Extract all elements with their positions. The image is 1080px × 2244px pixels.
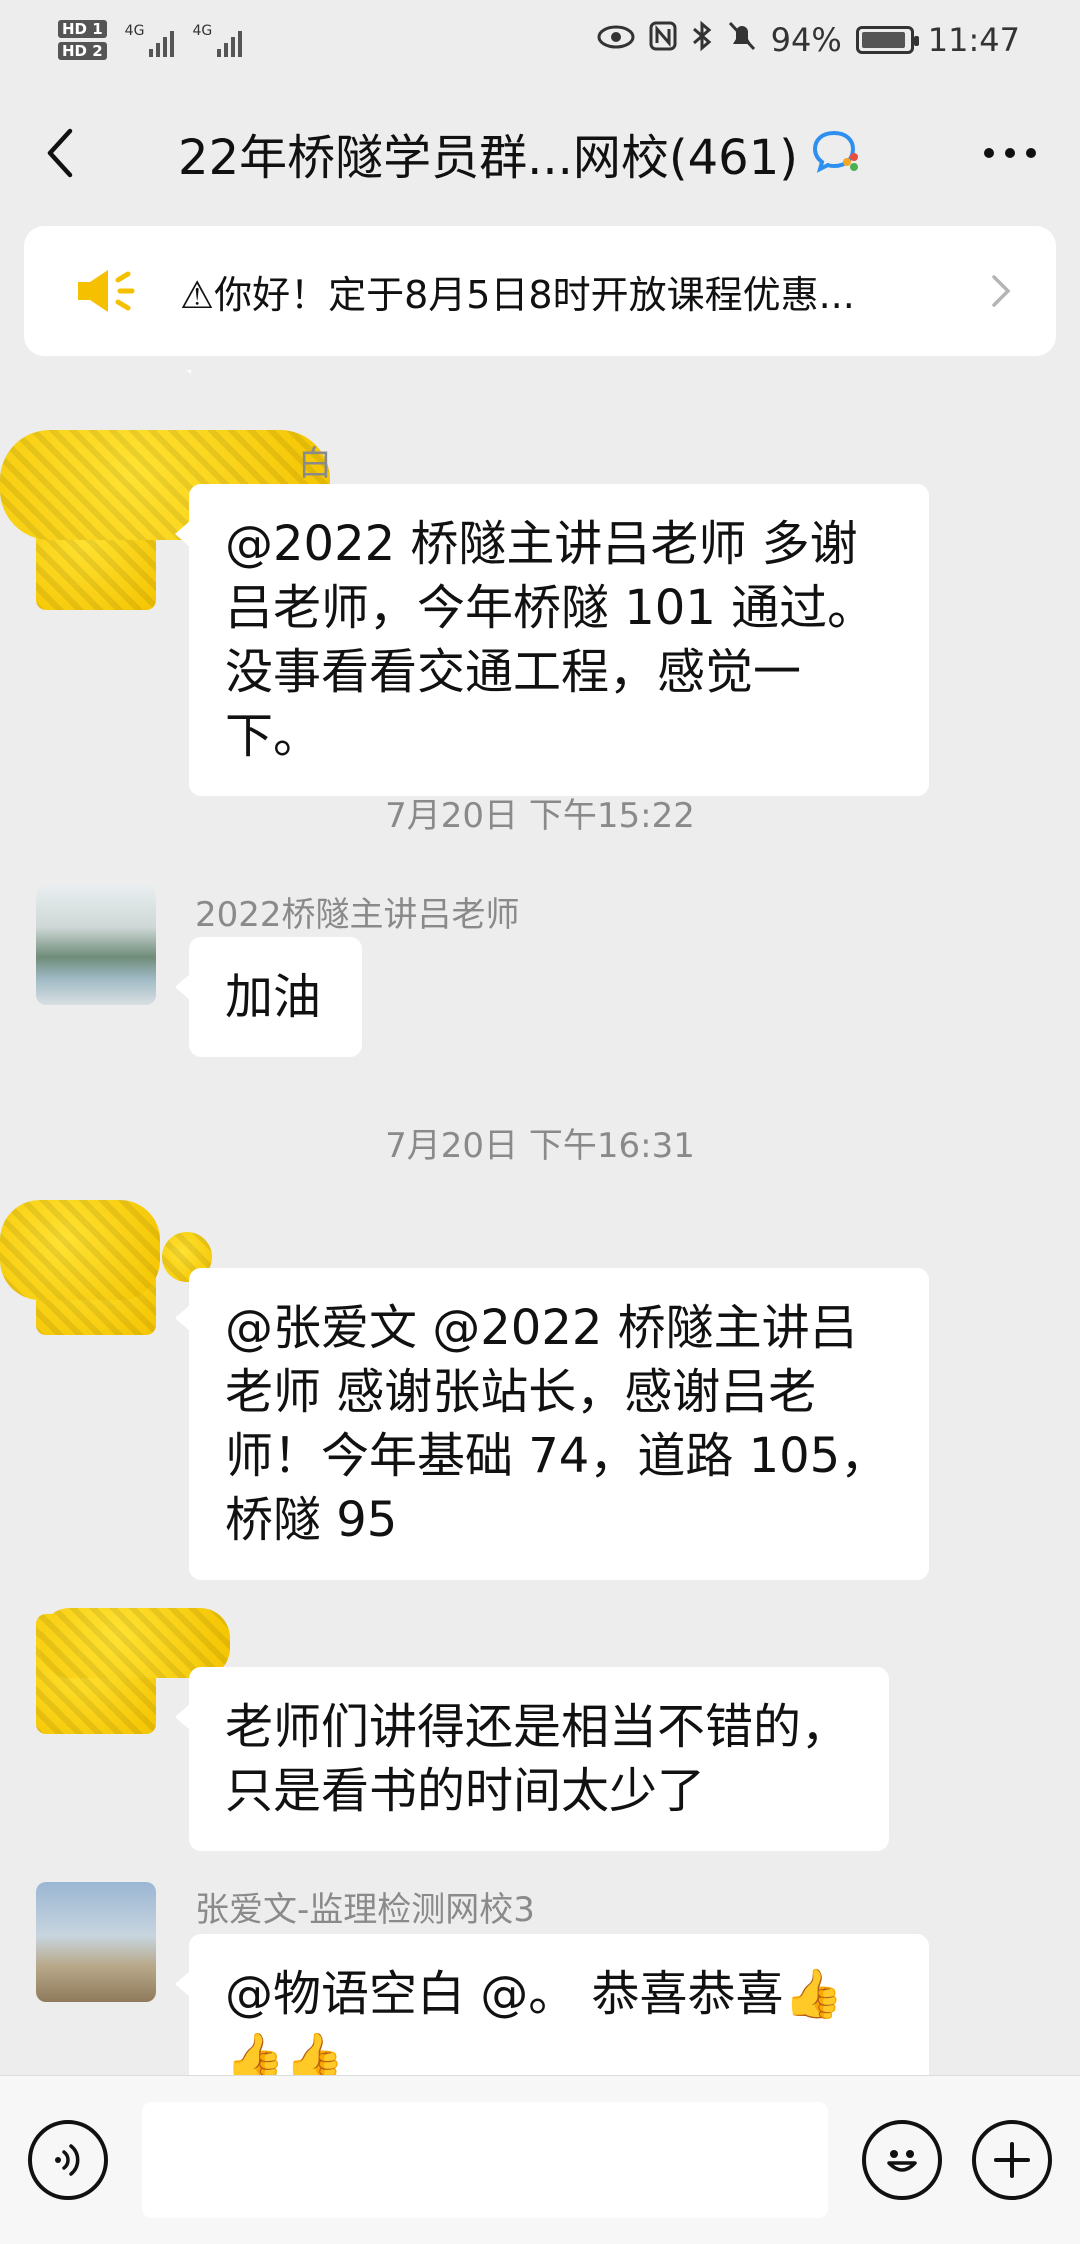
more-functions-button[interactable] xyxy=(972,2120,1052,2200)
chevron-right-icon xyxy=(992,275,1011,307)
sender-name: 白 xyxy=(298,444,332,484)
nfc-icon xyxy=(649,21,677,59)
avatar[interactable] xyxy=(36,885,156,1005)
chevron-left-icon xyxy=(47,128,73,177)
hd1-badge: HD 1 xyxy=(58,20,107,38)
title-area[interactable]: 22年桥隧学员群...网校(461) xyxy=(100,118,940,188)
dot-icon xyxy=(984,147,994,158)
status-bar: HD 1 HD 2 4G 4G 94% 11:47 xyxy=(0,0,1080,80)
message-list[interactable]: 白 @2022 桥隧主讲吕老师 多谢吕老师，今年桥隧 101 通过。没事看看交通… xyxy=(0,370,1080,2075)
time-separator: 7月20日 下午16:31 xyxy=(385,1126,695,1166)
sender-name: 张爱文-监理检测网校3 xyxy=(195,1890,535,1930)
mute-bell-icon xyxy=(727,20,757,60)
signal-label: 4G xyxy=(124,23,145,39)
message-input[interactable] xyxy=(142,2102,828,2218)
mosaic-redaction xyxy=(0,1200,160,1300)
battery-fill xyxy=(861,32,906,48)
message-bubble[interactable]: @张爱文 @2022 桥隧主讲吕老师 感谢张站长，感谢吕老师！今年基础 74，道… xyxy=(175,1268,929,1580)
clock: 11:47 xyxy=(927,21,1020,59)
time-separator: 7月20日 下午15:22 xyxy=(385,796,695,836)
eye-icon xyxy=(597,23,635,58)
signal-label-2: 4G xyxy=(192,23,213,39)
dot-icon xyxy=(1005,147,1015,158)
group-chat-icon xyxy=(812,129,862,177)
input-bar xyxy=(0,2075,1080,2244)
voice-input-button[interactable] xyxy=(28,2120,108,2200)
sender-name: 2022桥隧主讲吕老师 xyxy=(195,895,520,935)
message-text: @2022 桥隧主讲吕老师 多谢吕老师，今年桥隧 101 通过。没事看看交通工程… xyxy=(225,516,876,764)
battery-percent: 94% xyxy=(770,21,842,59)
voice-icon xyxy=(55,2144,80,2176)
battery-icon xyxy=(855,26,919,54)
avatar[interactable] xyxy=(36,1882,156,2002)
bluetooth-icon xyxy=(691,20,713,60)
message-text: @物语空白 @。 恭喜恭喜👍👍👍 xyxy=(225,1966,844,2075)
chat-header: 22年桥隧学员群...网校(461) xyxy=(0,80,1080,225)
message-bubble[interactable]: 加油 xyxy=(175,937,362,1057)
plus-icon xyxy=(994,2142,1030,2178)
dot-icon xyxy=(1026,147,1036,158)
hd-indicators: HD 1 HD 2 xyxy=(58,20,107,60)
chat-title: 22年桥隧学员群...网校(461) xyxy=(178,129,798,186)
status-left: HD 1 HD 2 4G 4G xyxy=(58,20,243,60)
signal-icon: 4G xyxy=(125,23,175,57)
message-text: 老师们讲得还是相当不错的，只是看书的时间太少了 xyxy=(225,1699,850,1819)
message-text: @张爱文 @2022 桥隧主讲吕老师 感谢张站长，感谢吕老师！今年基础 74，道… xyxy=(225,1300,889,1548)
smiley-icon xyxy=(887,2150,917,2172)
speaker-icon xyxy=(78,270,135,312)
status-right: 94% 11:47 xyxy=(597,20,1020,60)
hd2-badge: HD 2 xyxy=(58,42,107,60)
announcement-text: ⚠你好！定于8月5日8时开放课程优惠... xyxy=(180,272,855,317)
message-bubble[interactable]: 老师们讲得还是相当不错的，只是看书的时间太少了 xyxy=(175,1667,889,1851)
message-bubble[interactable]: @2022 桥隧主讲吕老师 多谢吕老师，今年桥隧 101 通过。没事看看交通工程… xyxy=(175,484,929,796)
message-bubble[interactable]: @物语空白 @。 恭喜恭喜👍👍👍 xyxy=(175,1934,929,2075)
signal-icon-2: 4G xyxy=(192,23,243,57)
group-announcement[interactable]: ⚠你好！定于8月5日8时开放课程优惠... xyxy=(24,226,1056,356)
more-options-button[interactable] xyxy=(940,80,1080,225)
emoji-button[interactable] xyxy=(862,2120,942,2200)
message-text: 加油 xyxy=(225,969,322,1025)
